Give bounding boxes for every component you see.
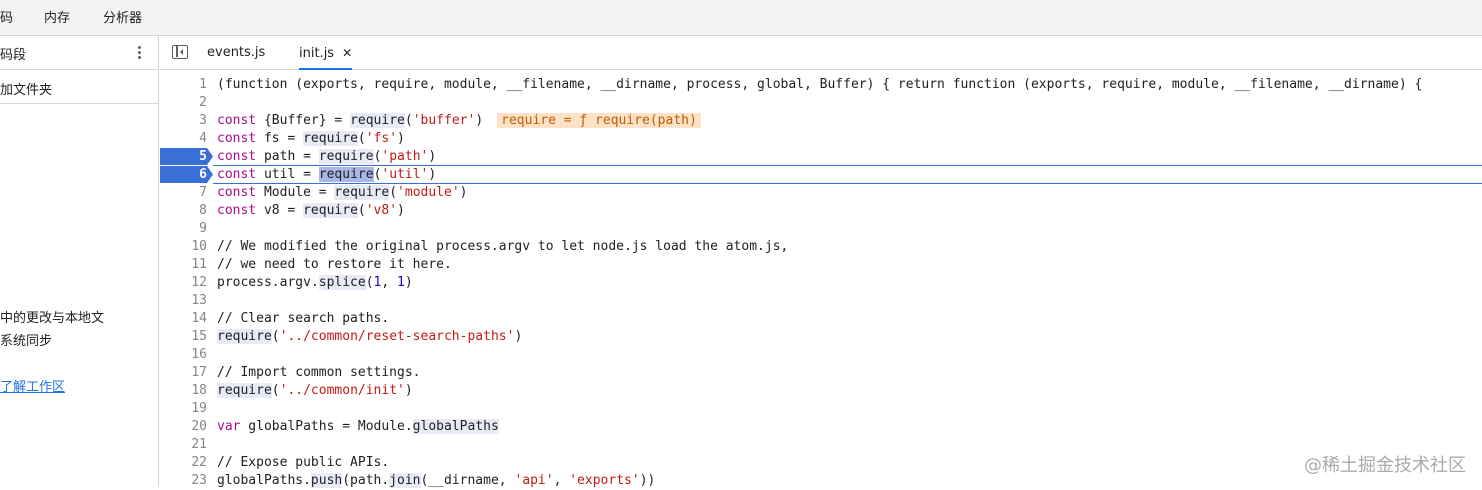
code-line: 17// Import common settings. (191, 365, 421, 380)
code-line-breakpoint: 5 const path = require('path') (160, 148, 1482, 166)
file-tab-label: events.js (207, 45, 266, 60)
workspace-hint-line1: 中的更改与本地文 (0, 311, 105, 326)
code-line: 9 (199, 221, 207, 236)
tab-sources[interactable]: 码 (0, 0, 13, 36)
workspace-hint-line2: 系统同步 (0, 334, 53, 349)
code-line-paused: 6 const util = require('util') (160, 166, 1482, 184)
code-line: 20 var globalPaths = Module.globalPaths (191, 419, 499, 434)
code-line: 8 const v8 = require('v8') (199, 203, 405, 218)
inline-variable-value: require = ƒ require(path) (497, 113, 701, 128)
code-line: 12 process.argv.splice(1, 1) (191, 275, 413, 290)
navigator-title[interactable]: 码段 (0, 44, 26, 63)
editor-tabs: events.js init.js ✕ (160, 36, 1482, 70)
editor-area: events.js init.js ✕ 1 (function (exports, … (160, 36, 1482, 488)
devtools-panel-tabs: 码 内存 分析器 (0, 0, 1482, 36)
code-line: 23 globalPaths.push(path.join(__dirname, … (191, 473, 656, 488)
close-icon[interactable]: ✕ (342, 46, 352, 60)
file-tab-init-js[interactable]: init.js ✕ (299, 36, 353, 70)
code-line: 3 const {Buffer} = require('buffer') requi… (160, 112, 1482, 130)
navigator-header: 码段 (0, 36, 158, 70)
code-line: 16 (191, 347, 207, 362)
code-line: 7 const Module = require('module') (199, 185, 468, 200)
code-line: 19 (191, 401, 207, 416)
file-tab-label: init.js (299, 46, 335, 61)
code-line: 2 (199, 95, 207, 110)
code-line: 13 (191, 293, 207, 308)
code-line: 18 require('../common/init') (191, 383, 413, 398)
learn-workspace-link[interactable]: 了解工作区 (0, 376, 65, 395)
more-options-icon[interactable] (134, 44, 144, 62)
tab-profiler[interactable]: 分析器 (103, 0, 142, 36)
add-folder-button[interactable]: 加文件夹 (0, 70, 158, 104)
code-line: 15 require('../common/reset-search-paths'… (191, 329, 523, 344)
code-line: 21 (191, 437, 207, 452)
navigator-panel: 码段 加文件夹 中的更改与本地文 系统同步 了解工作区 (0, 36, 159, 487)
file-tab-events-js[interactable]: events.js (207, 36, 265, 69)
pause-indicator (213, 165, 1482, 166)
code-line: 22// Expose public APIs. (191, 455, 390, 470)
code-line: 11// we need to restore it here. (191, 257, 452, 272)
code-line: 14// Clear search paths. (191, 311, 390, 326)
code-line: 10// We modified the original process.ar… (191, 239, 789, 254)
code-line: 4 const fs = require('fs') (199, 131, 405, 146)
watermark: @稀土掘金技术社区 (1304, 455, 1466, 476)
code-line: 1 (function (exports, require, module, __… (199, 77, 1423, 92)
toggle-navigator-icon[interactable] (172, 45, 188, 59)
tab-memory[interactable]: 内存 (44, 0, 70, 36)
